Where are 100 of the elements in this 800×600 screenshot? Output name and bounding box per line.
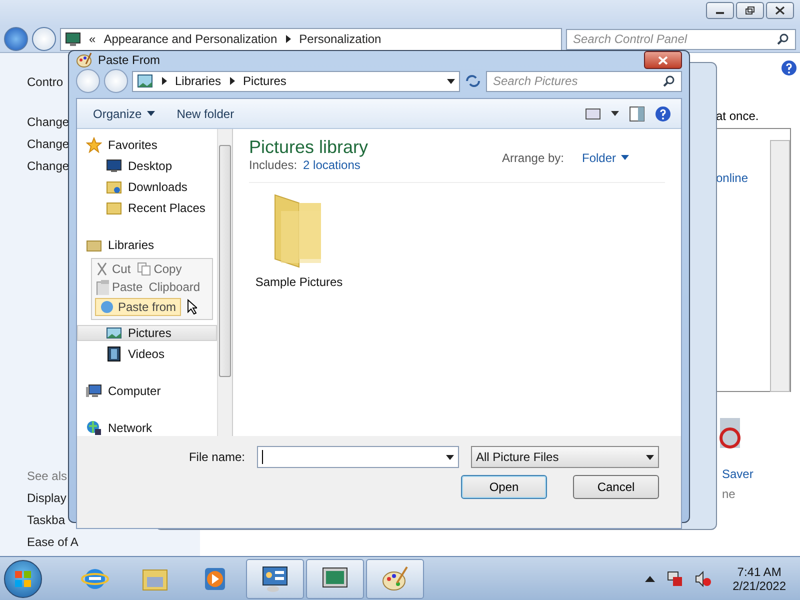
breadcrumb-item[interactable]: Pictures (243, 74, 286, 88)
view-icon[interactable] (585, 106, 601, 120)
picture-icon (106, 325, 122, 341)
nav-item[interactable]: Libraries (77, 237, 217, 253)
address-bar[interactable]: « Appearance and Personalization Personalization (60, 28, 562, 50)
control-panel-icon (65, 32, 81, 46)
description-text: at once. (716, 109, 759, 123)
nav-link[interactable]: Contro (27, 75, 64, 89)
palette-icon (381, 564, 409, 592)
nav-item[interactable]: Downloads (77, 179, 217, 195)
speaker-muted-icon[interactable] (694, 570, 711, 586)
globe-icon (86, 420, 102, 436)
close-button[interactable] (766, 2, 794, 19)
close-button[interactable] (644, 51, 682, 69)
network-icon[interactable] (666, 570, 683, 586)
tray-arrow-icon[interactable] (644, 576, 655, 582)
file-type-dropdown[interactable]: All Picture Files (471, 446, 659, 468)
windows-logo-icon (14, 570, 32, 588)
dropdown-arrow-icon (446, 454, 454, 460)
overflow-chevron[interactable]: « (89, 32, 96, 46)
ghost-label: Cut (112, 262, 131, 276)
task-link[interactable]: Change (27, 159, 70, 173)
clipboard-icon (95, 279, 109, 295)
clock-time[interactable]: 7:41 AM (737, 564, 782, 578)
scissors-icon (95, 262, 109, 276)
dropdown-arrow-icon (447, 78, 455, 84)
arrange-label: Arrange by: (502, 150, 564, 164)
dialog-title: Paste From (98, 53, 162, 67)
search-field[interactable]: Search Control Panel (566, 28, 796, 50)
palette-icon (76, 52, 92, 68)
picture-icon (137, 74, 153, 88)
clock-date[interactable]: 2/21/2022 (732, 578, 786, 592)
nav-item[interactable]: Network (77, 420, 217, 436)
help-icon (781, 60, 797, 76)
group-label: Clipboard (148, 280, 200, 294)
address-bar[interactable]: Libraries Pictures (132, 70, 460, 92)
see-also-link[interactable]: Display (27, 491, 66, 505)
theme-link[interactable]: online (716, 171, 748, 185)
section-heading: See als (27, 469, 68, 483)
folder-icon (106, 200, 122, 216)
dropdown-arrow-icon (646, 454, 654, 460)
locations-link[interactable]: 2 locations (303, 158, 360, 172)
arrange-dropdown[interactable]: Folder (576, 148, 635, 166)
cancel-button[interactable]: Cancel (573, 475, 659, 499)
nav-item[interactable]: Desktop (77, 158, 217, 174)
folder-icon (106, 179, 122, 195)
help-icon[interactable] (655, 106, 671, 122)
nav-item[interactable]: Pictures (77, 325, 217, 341)
nav-item[interactable]: Videos (77, 346, 217, 362)
close-icon (775, 6, 785, 15)
taskbar-button[interactable] (246, 558, 304, 598)
forward-button[interactable] (104, 69, 128, 93)
preview-pane-icon[interactable] (629, 106, 645, 122)
organize-menu[interactable]: Organize (87, 104, 161, 122)
minimize-button[interactable] (706, 2, 734, 19)
includes-label: Includes: (249, 158, 298, 172)
see-also-link[interactable]: Taskba (27, 513, 66, 527)
copy-icon (136, 262, 151, 276)
back-button[interactable] (4, 27, 28, 51)
close-icon (658, 56, 668, 64)
nav-item[interactable]: Recent Places (77, 200, 217, 216)
dropdown-arrow-icon (146, 111, 155, 116)
new-folder-button[interactable]: New folder (170, 104, 240, 122)
scroll-thumb[interactable] (219, 145, 231, 377)
breadcrumb-item[interactable]: Appearance and Personalization (104, 32, 278, 46)
library-title: Pictures library (249, 137, 368, 158)
control-panel-icon (261, 564, 289, 592)
caption-text: ne (722, 487, 736, 501)
menu-item[interactable]: Paste from (95, 298, 182, 316)
restore-button[interactable] (736, 2, 764, 19)
film-icon (106, 346, 122, 362)
file-name-field[interactable] (257, 446, 459, 468)
see-also-link[interactable]: Ease of A (27, 535, 78, 549)
breadcrumb-item[interactable]: Personalization (299, 32, 382, 46)
start-button[interactable] (4, 560, 42, 598)
restore-icon (745, 6, 755, 15)
computer-icon (86, 383, 102, 399)
nav-item[interactable]: Favorites (77, 137, 217, 153)
refresh-icon[interactable] (464, 73, 482, 89)
nav-item[interactable]: Computer (77, 383, 217, 399)
taskbar-button[interactable] (306, 558, 364, 598)
file-name-label: File name: (188, 450, 245, 464)
search-placeholder: Search Control Panel (573, 32, 688, 46)
folder-label[interactable]: Sample Pictures (255, 275, 343, 289)
theme-link[interactable]: Saver (722, 467, 754, 481)
dropdown-arrow-icon[interactable] (611, 111, 619, 116)
monitor-icon (106, 158, 122, 174)
search-icon (663, 75, 675, 87)
breadcrumb-item[interactable]: Libraries (175, 74, 222, 88)
chevron-right-icon (229, 77, 236, 85)
back-button[interactable] (76, 69, 100, 93)
cursor-icon (187, 299, 198, 315)
search-field[interactable]: Search Pictures (486, 70, 682, 92)
scrollbar[interactable] (217, 129, 232, 436)
open-button[interactable]: Open (461, 475, 547, 499)
forward-button[interactable] (32, 27, 56, 51)
task-link[interactable]: Change (27, 137, 70, 151)
scrollbar[interactable] (770, 140, 790, 392)
task-link[interactable]: Change (27, 115, 70, 129)
dropdown-arrow-icon (621, 155, 629, 160)
